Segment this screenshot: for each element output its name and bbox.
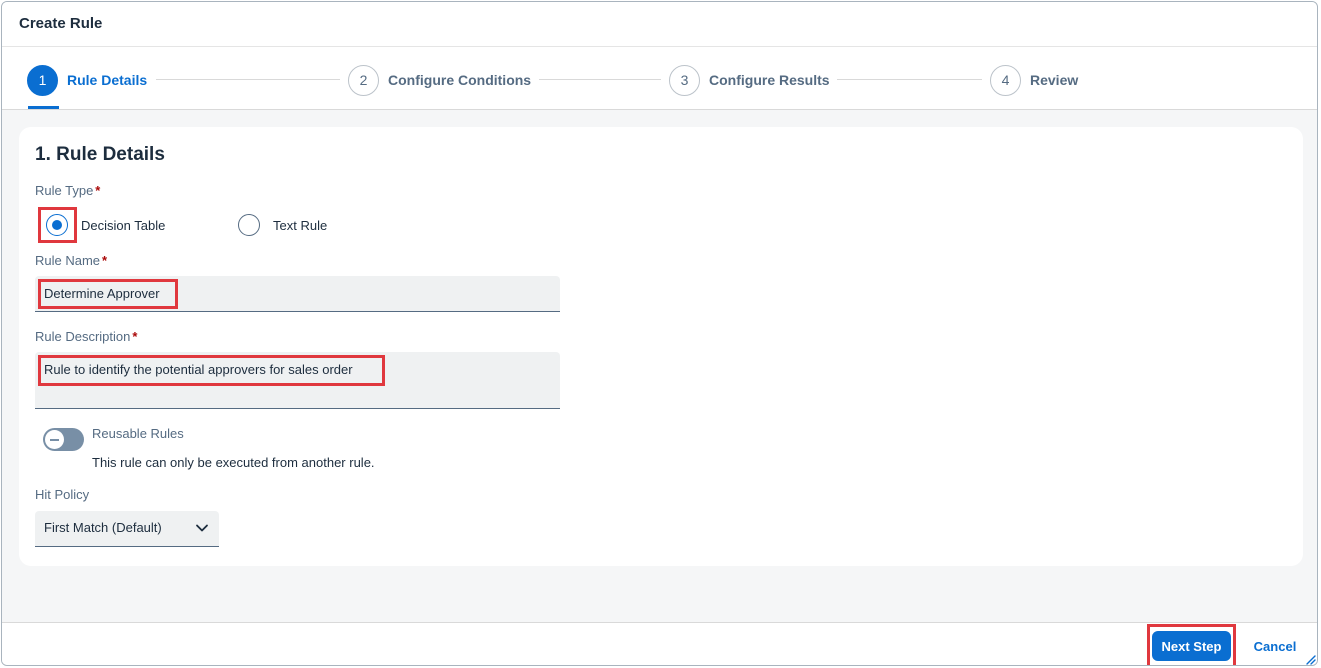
step-label: Rule Details <box>67 72 148 88</box>
step-connector <box>837 79 982 80</box>
step-label: Review <box>1030 72 1079 88</box>
reusable-rules-switch[interactable] <box>43 428 84 451</box>
required-marker: * <box>95 183 101 198</box>
step-connector <box>156 79 340 80</box>
rule-description-value: Rule to identify the potential approvers… <box>44 362 353 377</box>
create-rule-dialog: Create Rule 1 Rule Details 2 Configure C… <box>1 1 1318 666</box>
hit-policy-label: Hit Policy <box>35 487 90 502</box>
step-number: 2 <box>348 64 379 96</box>
step-number: 3 <box>669 64 700 96</box>
radio-label: Text Rule <box>273 217 328 233</box>
rule-description-label-text: Rule Description <box>35 329 131 344</box>
rule-type-label-text: Rule Type <box>35 183 94 198</box>
rule-name-value: Determine Approver <box>44 286 160 301</box>
rule-description-label: Rule Description * <box>35 329 137 344</box>
wizard-step-rule-details[interactable]: 1 Rule Details <box>27 64 147 96</box>
cancel-button[interactable]: Cancel <box>1242 631 1308 661</box>
active-step-indicator <box>28 106 59 109</box>
rule-details-form: 1. Rule Details Rule Type * Decision Tabl… <box>19 127 1303 566</box>
reusable-rules-label: Reusable Rules <box>92 426 184 441</box>
radio-decision-table[interactable]: Decision Table <box>46 214 165 236</box>
rule-name-label: Rule Name * <box>35 253 107 268</box>
chevron-down-icon <box>196 524 208 532</box>
step-number: 1 <box>27 64 58 96</box>
step-connector <box>539 79 661 80</box>
required-marker: * <box>102 253 108 268</box>
switch-off-icon <box>45 430 64 449</box>
resize-handle-icon[interactable] <box>1304 653 1316 665</box>
step-number: 4 <box>990 64 1021 96</box>
rule-name-label-text: Rule Name <box>35 253 101 268</box>
radio-label: Decision Table <box>81 217 166 233</box>
wizard-step-configure-conditions[interactable]: 2 Configure Conditions <box>348 64 531 96</box>
step-label: Configure Results <box>709 72 830 88</box>
dialog-footer: Next Step Cancel <box>2 622 1317 665</box>
radio-text-rule[interactable]: Text Rule <box>238 214 327 236</box>
hit-policy-select[interactable]: First Match (Default) <box>35 511 219 547</box>
next-step-button[interactable]: Next Step <box>1152 631 1231 661</box>
rule-description-textarea[interactable]: Rule to identify the potential approvers… <box>35 352 560 409</box>
wizard-progress-bar: 1 Rule Details 2 Configure Conditions 3 … <box>2 47 1317 110</box>
dialog-header: Create Rule <box>2 2 1317 47</box>
step-label: Configure Conditions <box>388 72 532 88</box>
wizard-step-review[interactable]: 4 Review <box>990 64 1078 96</box>
wizard-step-configure-results[interactable]: 3 Configure Results <box>669 64 830 96</box>
hit-policy-value: First Match (Default) <box>44 520 162 535</box>
required-marker: * <box>132 329 138 344</box>
rule-name-input[interactable]: Determine Approver <box>35 276 560 312</box>
radio-unchecked-icon <box>238 214 260 236</box>
dialog-title: Create Rule <box>19 15 103 32</box>
section-title: 1. Rule Details <box>35 144 165 165</box>
rule-type-label: Rule Type * <box>35 183 100 198</box>
reusable-rules-description: This rule can only be executed from anot… <box>92 455 375 470</box>
radio-checked-icon <box>46 214 68 236</box>
